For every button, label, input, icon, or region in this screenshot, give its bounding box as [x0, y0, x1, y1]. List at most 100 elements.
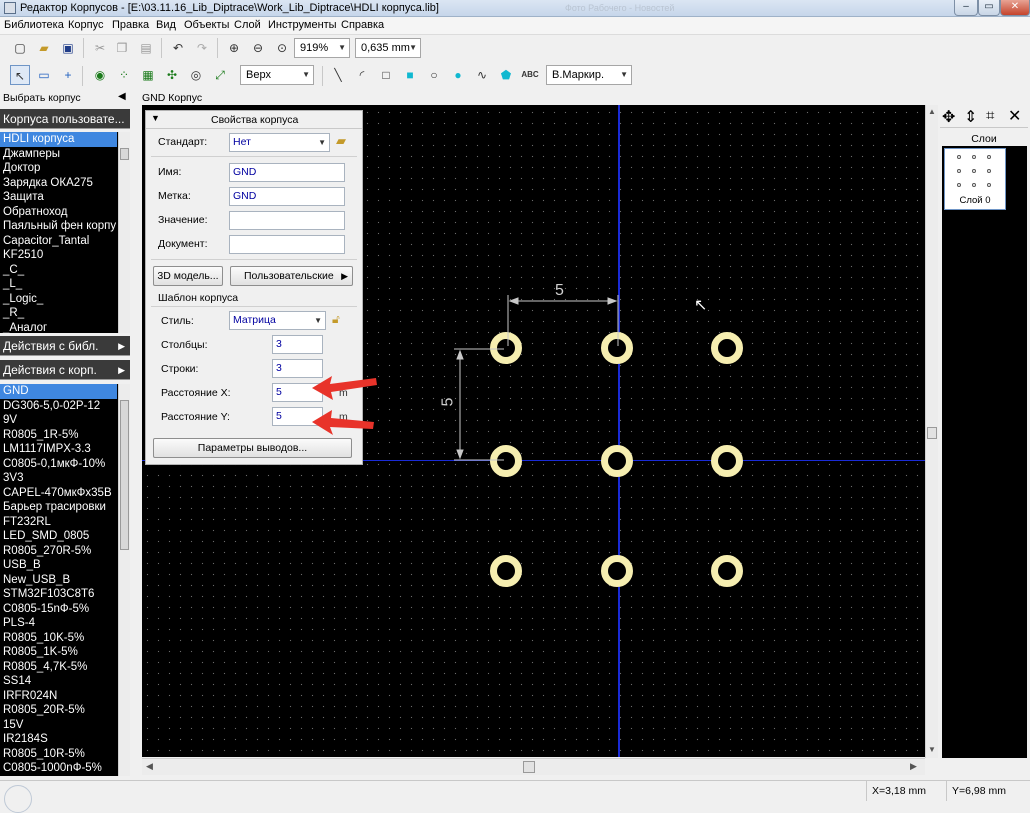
- scroll-down-icon[interactable]: ▼: [928, 745, 936, 754]
- menu-view[interactable]: Вид: [156, 19, 176, 31]
- category-header[interactable]: Корпуса пользовате...: [0, 109, 130, 129]
- lock-icon[interactable]: 🔓︎: [332, 312, 340, 327]
- zoom-out-icon[interactable]: ⊖: [248, 38, 268, 58]
- canvas-horizontal-scrollbar[interactable]: ◀ ▶: [142, 758, 925, 775]
- zoom-in-icon[interactable]: ⊕: [224, 38, 244, 58]
- collapse-arrow-icon[interactable]: ◀: [118, 91, 126, 102]
- list-item[interactable]: Capacitor_Tantal: [0, 234, 117, 249]
- mark-field[interactable]: GND: [229, 187, 345, 206]
- pad-tool-icon[interactable]: ◉: [90, 65, 110, 85]
- component-actions-button[interactable]: Действия с корп. ▶: [0, 360, 130, 380]
- layer-thumbnail[interactable]: Слой 0: [944, 148, 1006, 210]
- list-item[interactable]: STM32F103C8T6: [0, 587, 117, 602]
- list-item[interactable]: LM1117IMPX-3.3: [0, 442, 117, 457]
- pointer-tool-icon[interactable]: ↖: [10, 65, 30, 85]
- text-tool-icon[interactable]: ABC: [520, 65, 540, 85]
- dimension-tool-icon[interactable]: ⤢: [210, 65, 230, 85]
- list-item[interactable]: _Аналог: [0, 321, 117, 334]
- place-component-icon[interactable]: ▭: [34, 65, 54, 85]
- list-item[interactable]: 15V: [0, 718, 117, 733]
- category-list[interactable]: HDLI корпуса Джамперы Доктор Зарядка ОКА275…: [0, 132, 130, 333]
- category-scrollbar[interactable]: [118, 132, 130, 333]
- list-item[interactable]: R0805_4,7K-5%: [0, 660, 117, 675]
- pad-matrix-icon[interactable]: ▦: [138, 65, 158, 85]
- scroll-left-icon[interactable]: ◀: [146, 761, 153, 772]
- component-scrollbar[interactable]: [118, 384, 130, 776]
- component-list[interactable]: GND DG306-5,0-02P-12 9V R0805_1R-5% LM1117IM…: [0, 384, 130, 776]
- vertical-resize-icon[interactable]: ⇕: [964, 107, 977, 127]
- origin-icon[interactable]: +: [58, 65, 78, 85]
- list-item[interactable]: Барьер трасировки: [0, 500, 117, 515]
- scroll-right-icon[interactable]: ▶: [910, 761, 917, 772]
- rectangle-tool-icon[interactable]: □: [376, 65, 396, 85]
- list-item[interactable]: R0805_10K-5%: [0, 631, 117, 646]
- list-item[interactable]: GND: [0, 384, 117, 399]
- name-field[interactable]: GND: [229, 163, 345, 182]
- new-file-icon[interactable]: ▢: [10, 38, 30, 58]
- list-item[interactable]: _L_: [0, 277, 117, 292]
- list-item[interactable]: SS14: [0, 674, 117, 689]
- list-item[interactable]: C0805-15nФ-5%: [0, 602, 117, 617]
- list-item[interactable]: USB_B: [0, 558, 117, 573]
- scroll-up-icon[interactable]: ▲: [928, 107, 936, 116]
- style-select[interactable]: Матрица ▼: [229, 311, 326, 330]
- list-item[interactable]: R0805_1K-5%: [0, 645, 117, 660]
- polyline-tool-icon[interactable]: ∿: [472, 65, 492, 85]
- line-tool-icon[interactable]: ╲: [328, 65, 348, 85]
- list-item[interactable]: New_USB_B: [0, 573, 117, 588]
- list-item[interactable]: KF2510: [0, 248, 117, 263]
- text-style-combo[interactable]: В.Маркир. ▼: [546, 65, 632, 85]
- list-item[interactable]: Зарядка ОКА275: [0, 176, 117, 191]
- list-item[interactable]: Доктор: [0, 161, 117, 176]
- ellipse-tool-icon[interactable]: ○: [424, 65, 444, 85]
- collapse-triangle-icon[interactable]: ▼: [151, 113, 160, 123]
- layers-list[interactable]: Слой 0: [942, 146, 1027, 758]
- hole-tool-icon[interactable]: ◎: [186, 65, 206, 85]
- redo-icon[interactable]: ↷: [192, 38, 212, 58]
- close-window-button[interactable]: ✕: [1000, 0, 1030, 16]
- list-item[interactable]: CAPEL-470мкФх35В: [0, 486, 117, 501]
- zoom-fit-icon[interactable]: ⊙: [272, 38, 292, 58]
- pin-parameters-button[interactable]: Параметры выводов...: [153, 438, 352, 458]
- list-item[interactable]: 9V: [0, 413, 117, 428]
- list-item[interactable]: IR2184S: [0, 732, 117, 747]
- columns-field[interactable]: 3: [272, 335, 323, 354]
- value-field[interactable]: [229, 211, 345, 230]
- layer-combo[interactable]: Верх ▼: [240, 65, 314, 85]
- open-folder-icon[interactable]: ▰: [34, 38, 54, 58]
- menu-library[interactable]: Библиотека: [4, 19, 64, 31]
- library-actions-button[interactable]: Действия с библ. ▶: [0, 336, 130, 356]
- list-item[interactable]: 3V3: [0, 471, 117, 486]
- list-item[interactable]: R0805_270R-5%: [0, 544, 117, 559]
- menu-objects[interactable]: Объекты: [184, 19, 229, 31]
- list-item[interactable]: R0805_10R-5%: [0, 747, 117, 762]
- fit-frame-icon[interactable]: ⌗: [986, 107, 994, 124]
- polygon-tool-icon[interactable]: ⬟: [496, 65, 516, 85]
- pad-line-icon[interactable]: ⁘: [114, 65, 134, 85]
- standard-select[interactable]: Нет ▼: [229, 133, 330, 152]
- list-item[interactable]: IRFR024N: [0, 689, 117, 704]
- list-item[interactable]: C0805-1000nФ-5%: [0, 761, 117, 776]
- 3d-model-button[interactable]: 3D модель...: [153, 266, 223, 286]
- list-item[interactable]: R0805_1R-5%: [0, 428, 117, 443]
- scroll-thumb[interactable]: [523, 761, 535, 773]
- menu-help[interactable]: Справка: [341, 19, 384, 31]
- list-item[interactable]: _C_: [0, 263, 117, 278]
- cut-icon[interactable]: ✂: [90, 38, 110, 58]
- minimize-button[interactable]: –: [954, 0, 978, 16]
- list-item[interactable]: Паяльный фен корпу: [0, 219, 117, 234]
- filled-rectangle-icon[interactable]: ■: [400, 65, 420, 85]
- menu-component[interactable]: Корпус: [68, 19, 103, 31]
- filled-ellipse-icon[interactable]: ●: [448, 65, 468, 85]
- custom-properties-button[interactable]: Пользовательские ▶: [230, 266, 353, 286]
- list-item[interactable]: LED_SMD_0805: [0, 529, 117, 544]
- canvas-vertical-scrollbar[interactable]: ▲ ▼: [925, 105, 938, 758]
- folder-icon[interactable]: ▰: [336, 133, 346, 149]
- document-field[interactable]: [229, 235, 345, 254]
- list-item[interactable]: C0805-0,1мкФ-10%: [0, 457, 117, 472]
- pad-circle-icon[interactable]: ✣: [162, 65, 182, 85]
- move-icon[interactable]: ✥: [942, 107, 955, 127]
- list-item[interactable]: FT232RL: [0, 515, 117, 530]
- list-item[interactable]: Защита: [0, 190, 117, 205]
- copy-icon[interactable]: ❐: [112, 38, 132, 58]
